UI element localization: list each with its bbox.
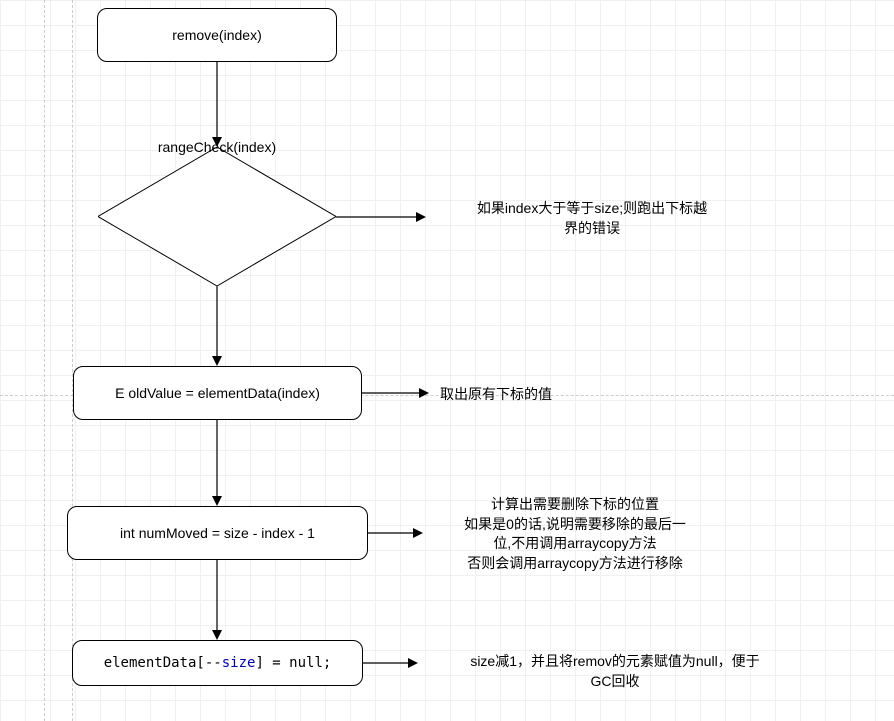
arrow-n5-annot — [363, 656, 418, 670]
flowchart-canvas: remove(index) rangeCheck(index) 如果index大… — [0, 0, 894, 721]
node-nummoved-label: int numMoved = size - index - 1 — [120, 525, 315, 541]
node-remove-label: remove(index) — [172, 27, 261, 43]
annotation-oldvalue: 取出原有下标的值 — [440, 385, 552, 405]
node-setnull-kw: size — [222, 655, 256, 671]
annotation-rangecheck-l2: 界的错误 — [564, 220, 620, 236]
arrow-n3-n4 — [210, 420, 224, 506]
node-setnull: elementData[--size] = null; — [72, 640, 363, 686]
annotation-setnull-l2: GC回收 — [591, 673, 640, 689]
annotation-oldvalue-text: 取出原有下标的值 — [440, 386, 552, 402]
node-remove: remove(index) — [97, 8, 337, 62]
node-rangecheck-label: rangeCheck(index) — [158, 139, 276, 155]
annotation-setnull: size减1，并且将remov的元素赋值为null，便于 GC回收 — [425, 652, 805, 691]
annotation-nummoved: 计算出需要删除下标的位置 如果是0的话,说明需要移除的最后一 位,不用调用arr… — [430, 495, 720, 573]
arrow-n4-n5 — [210, 560, 224, 640]
arrow-n4-annot — [368, 526, 423, 540]
arrow-n1-n2 — [210, 62, 224, 147]
annotation-rangecheck: 如果index大于等于size;则跑出下标越 界的错误 — [432, 199, 752, 238]
guide-line-vertical-1 — [44, 0, 45, 721]
annotation-nummoved-l2: 如果是0的话,说明需要移除的最后一 — [464, 516, 686, 532]
guide-line-vertical-2 — [72, 0, 73, 721]
annotation-rangecheck-l1: 如果index大于等于size;则跑出下标越 — [477, 200, 707, 216]
arrow-n3-annot — [362, 386, 429, 400]
node-nummoved: int numMoved = size - index - 1 — [67, 506, 368, 560]
arrow-n2-annot — [336, 210, 426, 224]
annotation-setnull-l1: size减1，并且将remov的元素赋值为null，便于 — [470, 653, 759, 669]
annotation-nummoved-l3: 位,不用调用arraycopy方法 — [493, 535, 656, 551]
annotation-nummoved-l4: 否则会调用arraycopy方法进行移除 — [467, 555, 682, 571]
node-oldvalue: E oldValue = elementData(index) — [73, 366, 362, 420]
node-oldvalue-label: E oldValue = elementData(index) — [115, 385, 320, 401]
annotation-nummoved-l1: 计算出需要删除下标的位置 — [491, 496, 659, 512]
node-setnull-pre: elementData[-- — [104, 655, 222, 671]
node-setnull-post: ] = null; — [255, 655, 331, 671]
arrow-n2-n3 — [210, 286, 224, 366]
